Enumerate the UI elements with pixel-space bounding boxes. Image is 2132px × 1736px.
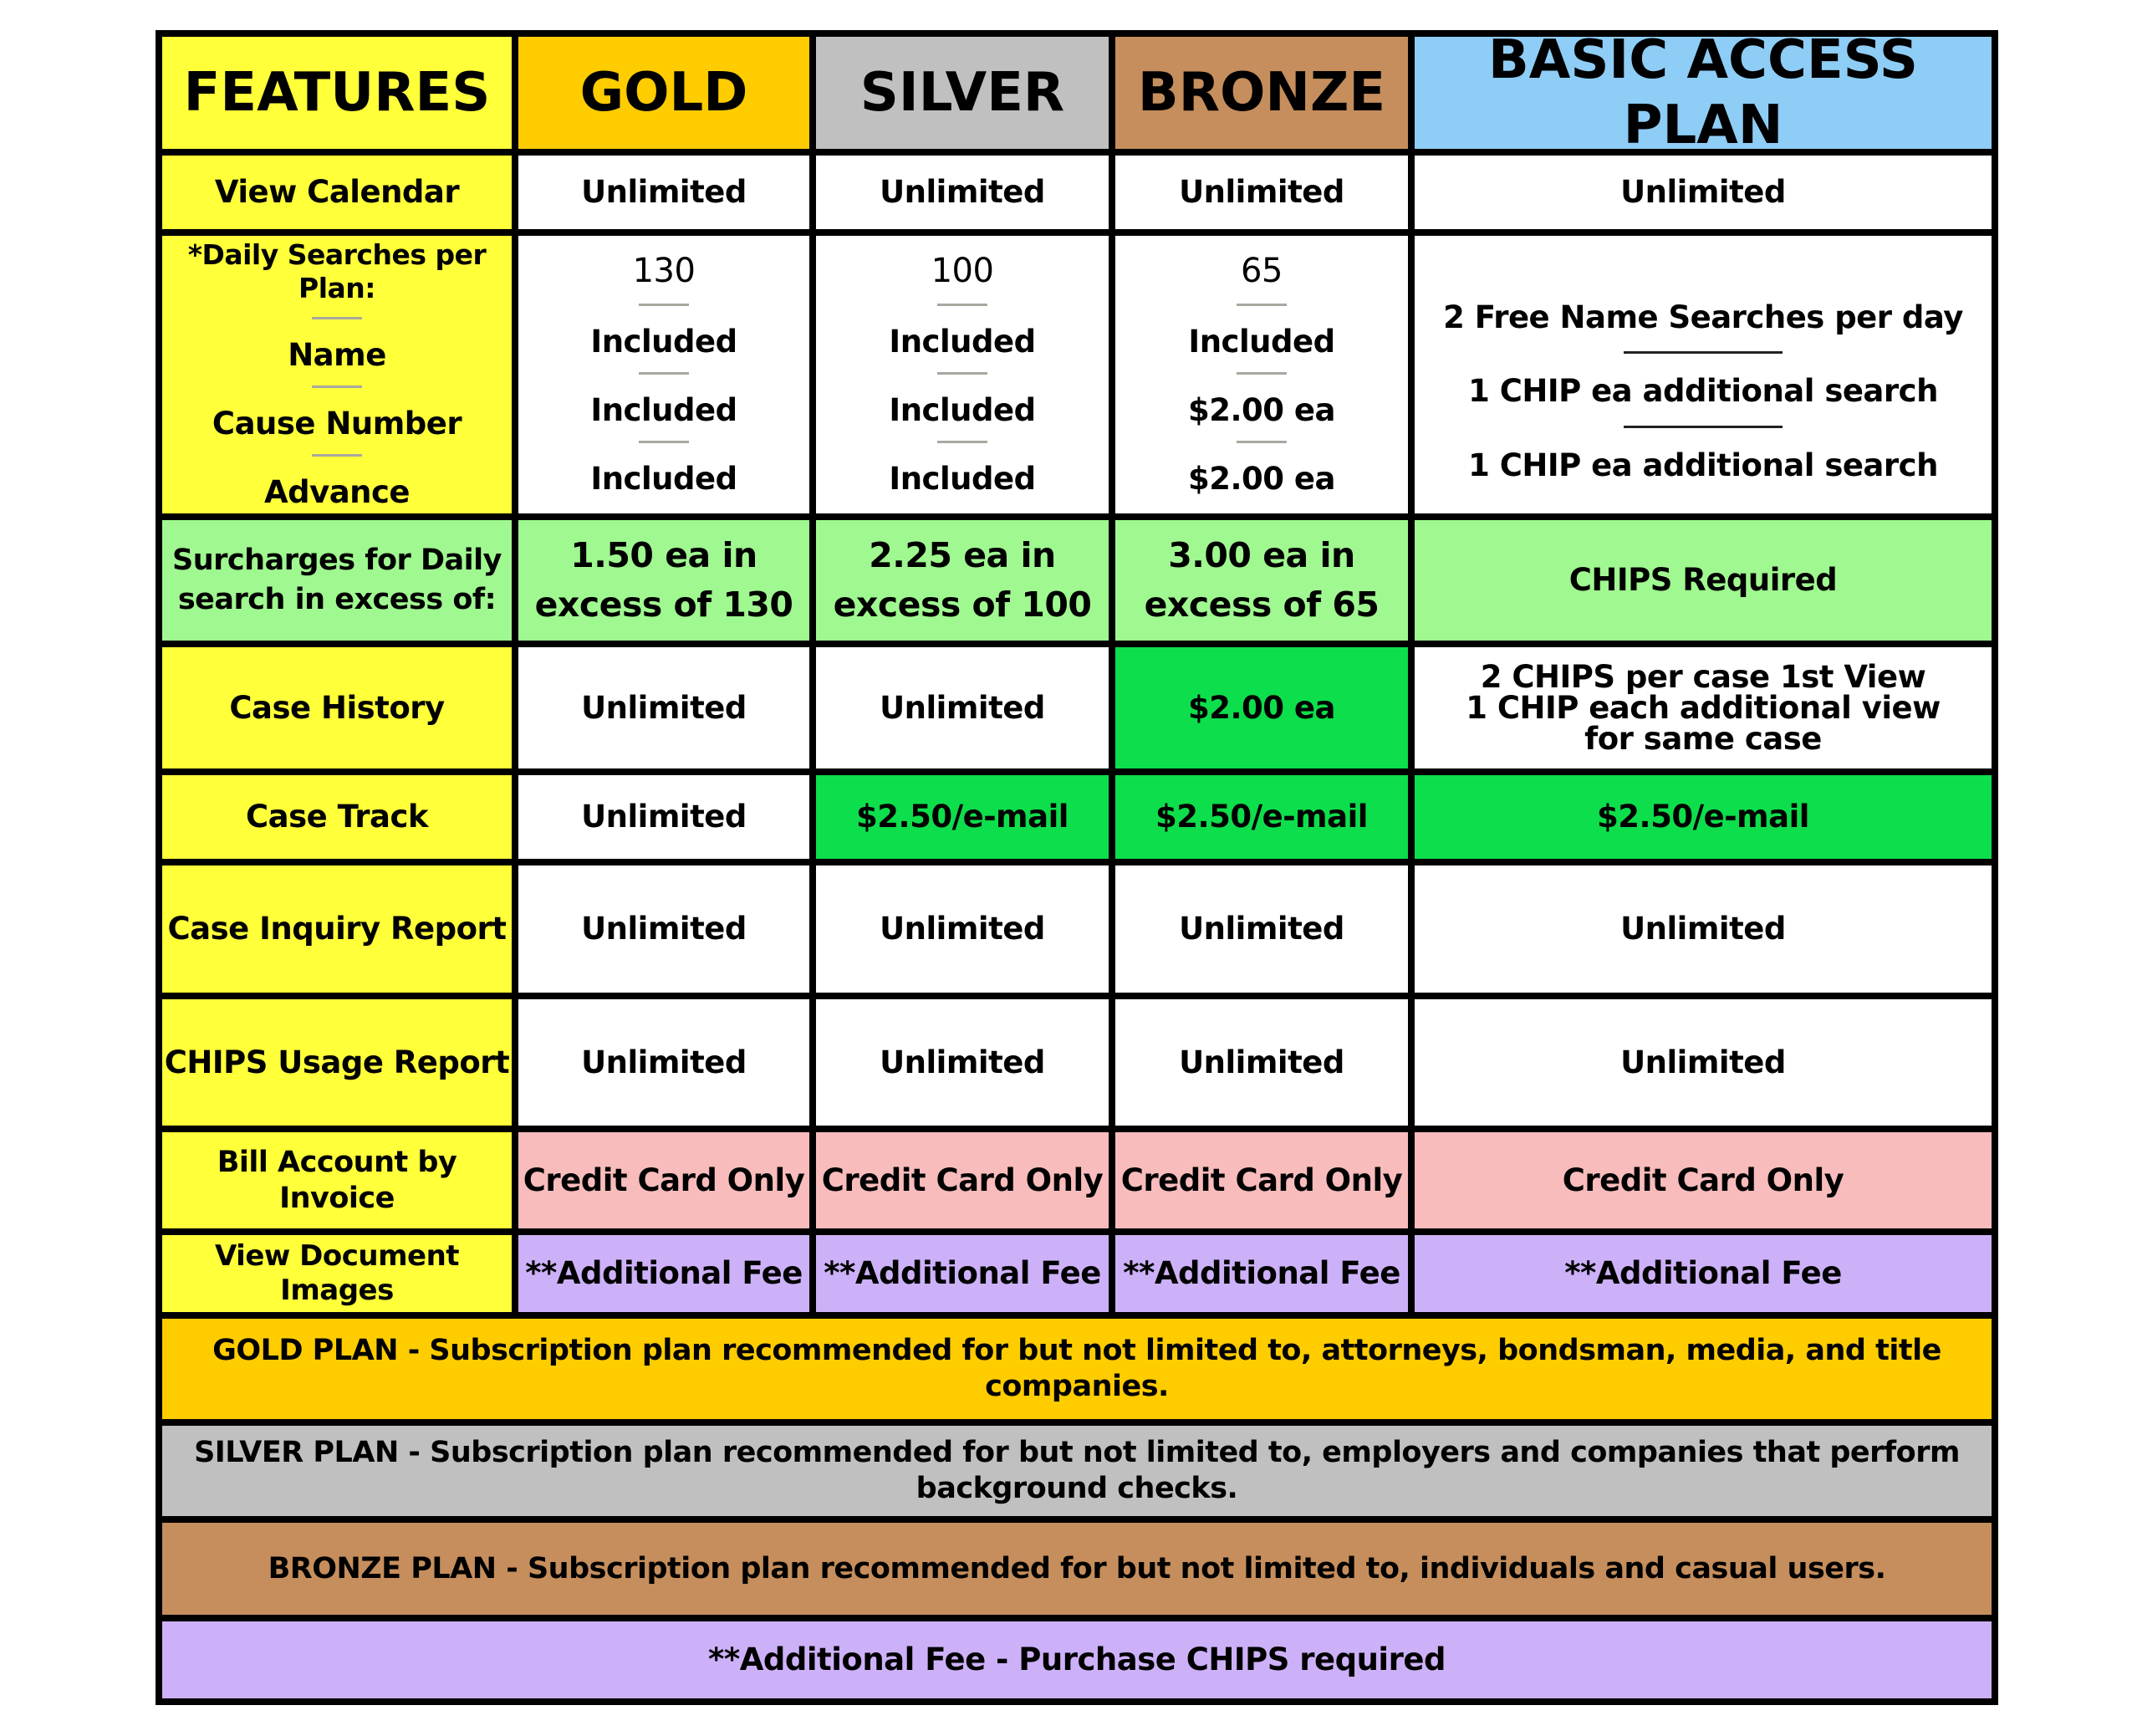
row-label-view-document-images: View Document Images [162, 1235, 512, 1312]
daily-searches-label: *Daily Searches per Plan: [187, 237, 487, 304]
view-documents-basic: **Additional Fee [1415, 1235, 1992, 1312]
case-history-line: 1 CHIP each additional view [1466, 690, 1941, 726]
chips-usage-basic: Unlimited [1415, 999, 1992, 1126]
advance-search: Included [889, 461, 1036, 498]
row-label-bill-account-by-invoice: Bill Account by Invoice [162, 1132, 512, 1228]
daily-search-count: 65 [1241, 252, 1283, 291]
header-silver: SILVER [816, 37, 1109, 149]
chips-usage-gold: Unlimited [518, 999, 809, 1126]
surcharge-line: 1.50 ea in [570, 534, 757, 575]
header-gold: GOLD [518, 37, 809, 149]
surcharge-line: 2.25 ea in [869, 534, 1056, 575]
case-history-basic: 2 CHIPS per case 1st View 1 CHIP each ad… [1415, 647, 1992, 768]
separator [312, 454, 362, 457]
name-search: Included [889, 324, 1036, 360]
plan-comparison-table: FEATURES GOLD SILVER BRONZE BASIC ACCESS… [156, 29, 1998, 1705]
case-history-line: for same case [1584, 721, 1822, 757]
bill-invoice-bronze: Credit Card Only [1115, 1132, 1408, 1228]
header-features: FEATURES [162, 37, 512, 149]
case-track-silver: $2.50/e-mail [816, 775, 1109, 859]
case-inquiry-silver: Unlimited [816, 865, 1109, 993]
chips-usage-bronze: Unlimited [1115, 999, 1408, 1126]
surcharge-line: excess of 100 [833, 585, 1092, 625]
name-search: 2 Free Name Searches per day [1443, 299, 1963, 336]
surcharge-bronze: 3.00 ea in excess of 65 [1115, 520, 1408, 641]
daily-searches-gold: 130 Included Included Included [518, 236, 809, 513]
chips-usage-silver: Unlimited [816, 999, 1109, 1126]
view-calendar-bronze: Unlimited [1115, 156, 1408, 229]
case-track-gold: Unlimited [518, 775, 809, 859]
header-bronze: BRONZE [1115, 37, 1408, 149]
advance-search: 1 CHIP ea additional search [1468, 447, 1938, 483]
case-inquiry-basic: Unlimited [1415, 865, 1992, 993]
row-label-view-calendar: View Calendar [162, 156, 512, 229]
daily-searches-basic: 2 Free Name Searches per day 1 CHIP ea a… [1415, 236, 1992, 513]
bill-invoice-silver: Credit Card Only [816, 1132, 1109, 1228]
sub-label-advance: Advance [263, 474, 411, 511]
daily-searches-bronze: 65 Included $2.00 ea $2.00 ea [1115, 236, 1408, 513]
separator [1237, 441, 1287, 444]
label-line: search in excess of: [177, 583, 497, 616]
surcharge-line: excess of 65 [1144, 585, 1380, 625]
separator [1237, 372, 1287, 375]
sub-label-name: Name [288, 337, 386, 374]
separator [937, 304, 987, 307]
separator [639, 304, 689, 307]
view-calendar-basic: Unlimited [1415, 156, 1992, 229]
case-history-line: 2 CHIPS per case 1st View [1480, 659, 1926, 695]
name-search: Included [590, 324, 737, 360]
separator [639, 441, 689, 444]
row-label-case-inquiry-report: Case Inquiry Report [162, 865, 512, 993]
cause-number-search: $2.00 ea [1188, 392, 1335, 429]
separator [639, 372, 689, 375]
separator [1237, 304, 1287, 307]
separator [1624, 425, 1783, 428]
cause-number-search: Included [889, 392, 1036, 429]
bill-invoice-basic: Credit Card Only [1415, 1132, 1992, 1228]
daily-searches-silver: 100 Included Included Included [816, 236, 1109, 513]
header-basic-access-plan: BASIC ACCESS PLAN [1415, 29, 1992, 156]
case-history-silver: Unlimited [816, 647, 1109, 768]
footnote-gold-plan: GOLD PLAN - Subscription plan recommende… [162, 1319, 1992, 1419]
row-label-surcharges: Surcharges for Daily search in excess of… [162, 520, 512, 641]
view-documents-silver: **Additional Fee [816, 1235, 1109, 1312]
surcharge-basic: CHIPS Required [1415, 520, 1992, 641]
label-line: Surcharges for Daily [172, 543, 502, 577]
separator [937, 372, 987, 375]
surcharge-silver: 2.25 ea in excess of 100 [816, 520, 1109, 641]
footnote-silver-plan: SILVER PLAN - Subscription plan recommen… [162, 1426, 1992, 1516]
sub-label-cause-number: Cause Number [212, 406, 462, 442]
surcharge-line: 3.00 ea in [1168, 534, 1355, 575]
view-documents-gold: **Additional Fee [518, 1235, 809, 1312]
case-track-basic: $2.50/e-mail [1415, 775, 1992, 859]
cause-number-search: Included [590, 392, 737, 429]
separator [312, 385, 362, 389]
cause-number-search: 1 CHIP ea additional search [1468, 373, 1938, 410]
row-label-daily-searches: *Daily Searches per Plan: Name Cause Num… [162, 236, 512, 513]
separator [312, 317, 362, 320]
row-label-case-history: Case History [162, 647, 512, 768]
daily-search-count: 130 [632, 252, 696, 291]
view-calendar-silver: Unlimited [816, 156, 1109, 229]
footnote-bronze-plan: BRONZE PLAN - Subscription plan recommen… [162, 1523, 1992, 1615]
case-inquiry-gold: Unlimited [518, 865, 809, 993]
row-label-case-track: Case Track [162, 775, 512, 859]
daily-search-count: 100 [931, 252, 994, 291]
surcharge-gold: 1.50 ea in excess of 130 [518, 520, 809, 641]
case-track-bronze: $2.50/e-mail [1115, 775, 1408, 859]
bill-invoice-gold: Credit Card Only [518, 1132, 809, 1228]
advance-search: Included [590, 461, 737, 498]
case-history-bronze: $2.00 ea [1115, 647, 1408, 768]
surcharge-line: excess of 130 [534, 585, 793, 625]
case-inquiry-bronze: Unlimited [1115, 865, 1408, 993]
view-documents-bronze: **Additional Fee [1115, 1235, 1408, 1312]
row-label-chips-usage-report: CHIPS Usage Report [162, 999, 512, 1126]
separator [1624, 351, 1783, 355]
advance-search: $2.00 ea [1188, 461, 1335, 498]
separator [937, 441, 987, 444]
name-search: Included [1188, 324, 1335, 360]
view-calendar-gold: Unlimited [518, 156, 809, 229]
footnote-additional-fee: **Additional Fee - Purchase CHIPS requir… [162, 1621, 1992, 1698]
case-history-gold: Unlimited [518, 647, 809, 768]
